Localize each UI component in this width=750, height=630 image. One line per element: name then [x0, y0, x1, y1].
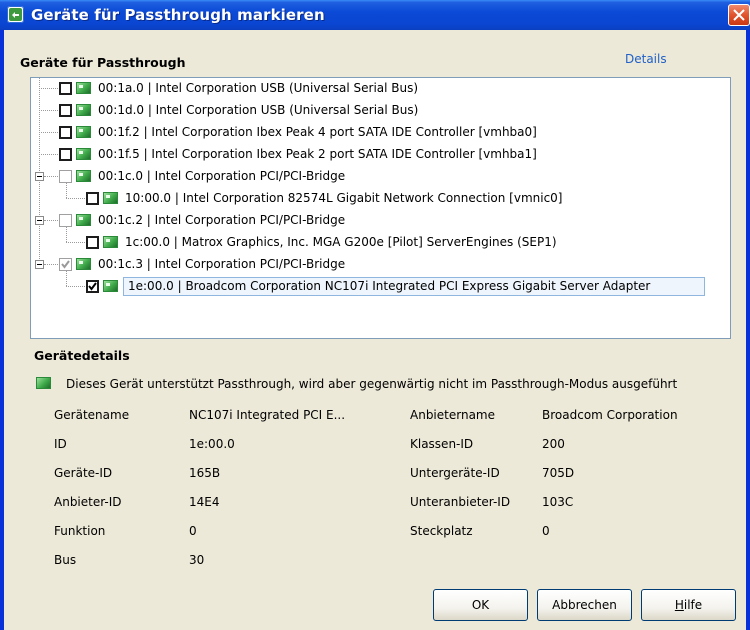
close-button[interactable]	[728, 4, 750, 26]
passthrough-checkbox[interactable]	[59, 258, 72, 271]
pci-device-icon	[103, 280, 118, 292]
prop-label: Funktion	[54, 524, 106, 538]
prop-value: 0	[189, 524, 197, 538]
prop-value: 103C	[542, 495, 574, 509]
device-status-text: Dieses Gerät unterstützt Passthrough, wi…	[66, 377, 678, 391]
tree-item-bridge[interactable]: 00:1c.3 | Intel Corporation PCI/PCI-Brid…	[31, 254, 730, 276]
prop-label: Anbieter-ID	[54, 495, 122, 509]
pci-device-icon	[76, 126, 91, 138]
close-icon	[733, 9, 745, 21]
prop-value: 14E4	[189, 495, 220, 509]
pci-device-icon	[76, 148, 91, 160]
window-title: Geräte für Passthrough markieren	[31, 6, 325, 24]
device-label: 1c:00.0 | Matrox Graphics, Inc. MGA G200…	[125, 235, 557, 249]
tree-item[interactable]: 1c:00.0 | Matrox Graphics, Inc. MGA G200…	[31, 232, 730, 254]
help-button[interactable]: Hilfe	[641, 589, 736, 621]
prop-value: 1e:00.0	[189, 437, 235, 451]
prop-label: Unteranbieter-ID	[410, 495, 511, 509]
prop-label: Gerätename	[54, 408, 130, 422]
device-status-icon	[36, 377, 51, 389]
device-label: 00:1c.3 | Intel Corporation PCI/PCI-Brid…	[98, 257, 346, 271]
title-bar[interactable]: Geräte für Passthrough markieren	[0, 0, 750, 30]
pci-bridge-icon	[76, 214, 91, 226]
tree-item[interactable]: 10:00.0 | Intel Corporation 82574L Gigab…	[31, 188, 730, 210]
prop-value: 0	[542, 524, 550, 538]
pci-device-icon	[103, 192, 118, 204]
prop-value: 30	[189, 553, 205, 567]
pci-device-icon	[76, 82, 91, 94]
tree-item-bridge[interactable]: 00:1c.2 | Intel Corporation PCI/PCI-Brid…	[31, 210, 730, 232]
tree-item[interactable]: 00:1f.5 | Intel Corporation Ibex Peak 2 …	[31, 144, 730, 166]
prop-value: NC107i Integrated PCI E...	[189, 408, 346, 422]
help-label: ilfe	[683, 598, 703, 612]
passthrough-checkbox[interactable]	[59, 170, 72, 183]
prop-value: 165B	[189, 466, 221, 480]
pci-device-icon	[103, 236, 118, 248]
dialog-window: Geräte für Passthrough markieren Geräte …	[0, 0, 750, 630]
pci-bridge-icon	[76, 170, 91, 182]
passthrough-checkbox[interactable]	[59, 82, 72, 95]
passthrough-checkbox[interactable]	[59, 148, 72, 161]
device-label: 00:1f.2 | Intel Corporation Ibex Peak 4 …	[98, 125, 537, 139]
passthrough-checkbox[interactable]	[86, 280, 99, 293]
device-label: 00:1a.0 | Intel Corporation USB (Univers…	[98, 81, 419, 95]
device-label: 1e:00.0 | Broadcom Corporation NC107i In…	[128, 279, 651, 293]
group-title: Geräte für Passthrough	[20, 55, 186, 70]
tree-item[interactable]: 00:1d.0 | Intel Corporation USB (Univers…	[31, 100, 730, 122]
collapse-toggle[interactable]	[35, 260, 44, 269]
collapse-toggle[interactable]	[35, 216, 44, 225]
passthrough-checkbox[interactable]	[59, 126, 72, 139]
passthrough-checkbox[interactable]	[59, 214, 72, 227]
prop-label: Untergeräte-ID	[410, 466, 500, 480]
device-details-title: Gerätedetails	[34, 348, 130, 363]
prop-label: Geräte-ID	[54, 466, 113, 480]
collapse-toggle[interactable]	[35, 172, 44, 181]
prop-label: Bus	[54, 553, 77, 567]
prop-value: Broadcom Corporation	[542, 408, 678, 422]
passthrough-icon	[7, 6, 24, 23]
pci-bridge-icon	[76, 258, 91, 270]
device-label: 00:1d.0 | Intel Corporation USB (Univers…	[98, 103, 419, 117]
device-label: 00:1f.5 | Intel Corporation Ibex Peak 2 …	[98, 147, 537, 161]
device-tree[interactable]: 00:1a.0 | Intel Corporation USB (Univers…	[30, 77, 731, 339]
tree-item[interactable]: 00:1a.0 | Intel Corporation USB (Univers…	[31, 78, 730, 100]
tree-item-selected[interactable]: 1e:00.0 | Broadcom Corporation NC107i In…	[31, 276, 730, 298]
cancel-button[interactable]: Abbrechen	[537, 589, 632, 621]
passthrough-checkbox[interactable]	[59, 104, 72, 117]
prop-label: Klassen-ID	[410, 437, 474, 451]
checkmark-icon	[61, 260, 70, 269]
device-label: 00:1c.2 | Intel Corporation PCI/PCI-Brid…	[98, 213, 346, 227]
prop-label: ID	[54, 437, 67, 451]
checkmark-icon	[88, 282, 97, 291]
pci-device-icon	[76, 104, 91, 116]
passthrough-checkbox[interactable]	[86, 192, 99, 205]
prop-value: 705D	[542, 466, 575, 480]
passthrough-checkbox[interactable]	[86, 236, 99, 249]
device-label: 10:00.0 | Intel Corporation 82574L Gigab…	[125, 191, 563, 205]
help-mnemonic: H	[674, 598, 684, 612]
prop-value: 200	[542, 437, 565, 451]
details-link[interactable]: Details	[625, 52, 667, 66]
tree-item-bridge[interactable]: 00:1c.0 | Intel Corporation PCI/PCI-Brid…	[31, 166, 730, 188]
device-label: 00:1c.0 | Intel Corporation PCI/PCI-Brid…	[98, 169, 346, 183]
ok-button[interactable]: OK	[433, 589, 528, 621]
tree-item[interactable]: 00:1f.2 | Intel Corporation Ibex Peak 4 …	[31, 122, 730, 144]
prop-label: Steckplatz	[410, 524, 473, 538]
prop-label: Anbietername	[410, 408, 495, 422]
